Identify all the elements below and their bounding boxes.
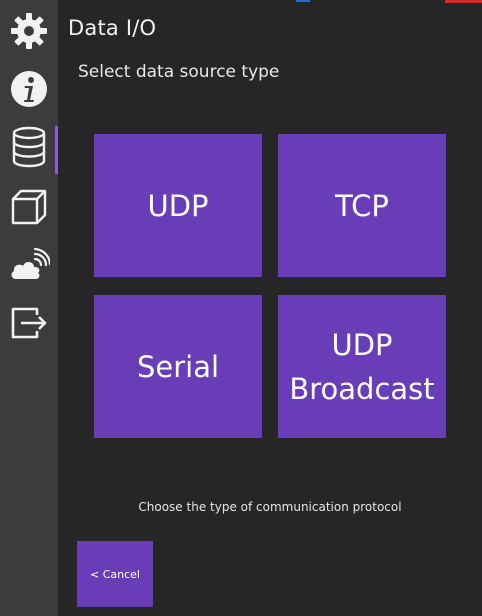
udp-broadcast-button[interactable]: UDP Broadcast (278, 295, 446, 438)
gear-icon (11, 13, 47, 49)
cube-icon (11, 189, 47, 225)
sidebar-item-exit[interactable] (0, 296, 58, 350)
sidebar-item-data-io[interactable] (0, 120, 58, 174)
cloud-signal-icon (11, 247, 50, 279)
sidebar-item-settings[interactable] (0, 4, 58, 58)
help-text: Choose the type of communication protoco… (138, 500, 402, 514)
page-subtitle: Select data source type (78, 62, 280, 82)
data-io-window: Data I/O Select data source type UDP TCP… (0, 0, 482, 616)
page-title: Data I/O (68, 16, 157, 40)
info-icon (11, 71, 47, 107)
top-accent-red (445, 0, 482, 3)
active-indicator (55, 126, 58, 174)
top-accent-blue (296, 0, 310, 2)
tcp-button[interactable]: TCP (278, 134, 446, 277)
exit-icon (11, 307, 47, 339)
sidebar-item-3d[interactable] (0, 180, 58, 234)
udp-button[interactable]: UDP (94, 134, 262, 277)
sidebar (0, 0, 58, 616)
serial-button[interactable]: Serial (94, 295, 262, 438)
cancel-button[interactable]: < Cancel (77, 541, 153, 607)
sidebar-item-info[interactable] (0, 62, 58, 116)
sidebar-item-cloud[interactable] (0, 238, 58, 292)
database-icon (12, 126, 46, 168)
